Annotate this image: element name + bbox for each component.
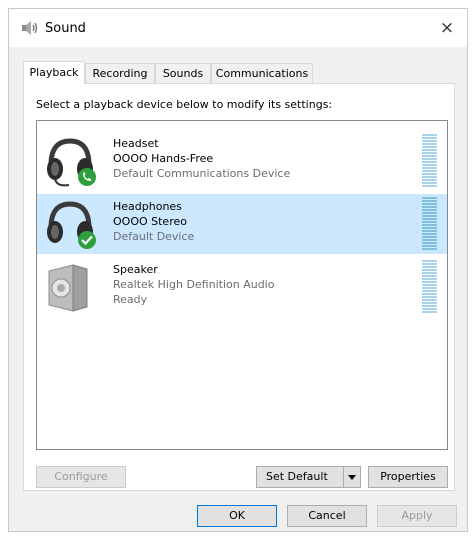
cancel-button[interactable]: Cancel xyxy=(287,505,367,527)
volume-meter xyxy=(422,197,437,251)
device-list[interactable]: Headset OOOO Hands-Free Default Communic… xyxy=(36,120,448,450)
device-row-speaker[interactable]: Speaker Realtek High Definition Audio Re… xyxy=(37,257,447,317)
chevron-down-icon[interactable] xyxy=(343,467,360,487)
tab-recording[interactable]: Recording xyxy=(85,63,155,83)
window-title: Sound xyxy=(45,21,86,36)
device-name: Headphones xyxy=(113,200,182,213)
speaker-app-icon xyxy=(21,20,39,36)
volume-meter xyxy=(422,134,437,188)
device-row-headset[interactable]: Headset OOOO Hands-Free Default Communic… xyxy=(37,131,447,191)
device-status: Default Device xyxy=(113,230,195,243)
properties-button[interactable]: Properties xyxy=(368,466,448,488)
device-status: Ready xyxy=(113,293,148,306)
tab-playback[interactable]: Playback xyxy=(23,61,85,84)
device-detail: OOOO Stereo xyxy=(113,215,187,228)
device-detail: Realtek High Definition Audio xyxy=(113,278,275,291)
device-row-headphones[interactable]: Headphones OOOO Stereo Default Device xyxy=(37,194,447,254)
speaker-icon xyxy=(43,261,97,315)
configure-button[interactable]: Configure xyxy=(36,466,126,488)
device-detail: OOOO Hands-Free xyxy=(113,152,214,165)
tab-sounds[interactable]: Sounds xyxy=(155,63,211,83)
set-default-label: Set Default xyxy=(266,470,328,483)
ok-button[interactable]: OK xyxy=(197,505,277,527)
device-name: Speaker xyxy=(113,263,158,276)
set-default-split-button[interactable]: Set Default xyxy=(256,466,361,488)
instruction-text: Select a playback device below to modify… xyxy=(36,98,333,111)
tab-communications[interactable]: Communications xyxy=(211,63,313,83)
device-status: Default Communications Device xyxy=(113,167,291,180)
title-bar: Sound × xyxy=(9,9,467,47)
phone-badge-icon xyxy=(77,167,97,187)
sound-dialog: Sound × Playback Recording Sounds Commun… xyxy=(8,8,468,532)
check-badge-icon xyxy=(77,230,97,250)
apply-button[interactable]: Apply xyxy=(377,505,457,527)
playback-panel: Select a playback device below to modify… xyxy=(23,83,455,491)
device-name: Headset xyxy=(113,137,159,150)
volume-meter xyxy=(422,260,437,314)
close-button[interactable]: × xyxy=(427,9,467,47)
